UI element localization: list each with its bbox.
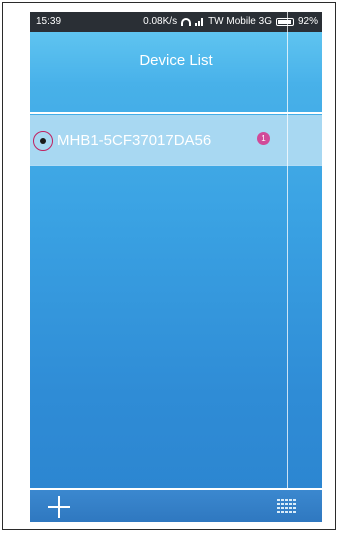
device-count-badge: 1 <box>257 132 270 145</box>
carrier-label: TW Mobile 3G <box>208 16 272 27</box>
device-list-item[interactable]: MHB1-5CF37017DA56 1 <box>30 115 322 165</box>
status-indicators: 0.08K/s TW Mobile 3G 92% <box>143 12 318 32</box>
status-bar: 15:39 0.08K/s TW Mobile 3G 92% <box>30 12 322 32</box>
list-menu-button[interactable] <box>277 499 297 513</box>
network-speed: 0.08K/s <box>143 16 178 27</box>
row-divider <box>30 165 322 166</box>
title-bar: Device List <box>30 32 322 82</box>
header-divider <box>30 112 322 114</box>
signal-icon <box>195 18 204 26</box>
connection-dot-icon <box>40 138 46 144</box>
device-status-icon[interactable] <box>33 131 53 151</box>
battery-icon <box>275 18 294 26</box>
status-time: 15:39 <box>36 16 62 27</box>
wifi-icon <box>181 18 192 26</box>
add-device-button[interactable] <box>48 496 70 518</box>
battery-level-fill <box>277 20 291 24</box>
page-title: Device List <box>139 52 213 69</box>
vertical-guide-line <box>287 12 288 522</box>
app-screen: 15:39 0.08K/s TW Mobile 3G 92% Device Li… <box>30 12 322 522</box>
device-name: MHB1-5CF37017DA56 <box>57 132 212 149</box>
battery-percent: 92% <box>297 16 318 27</box>
bottom-toolbar <box>30 490 322 522</box>
